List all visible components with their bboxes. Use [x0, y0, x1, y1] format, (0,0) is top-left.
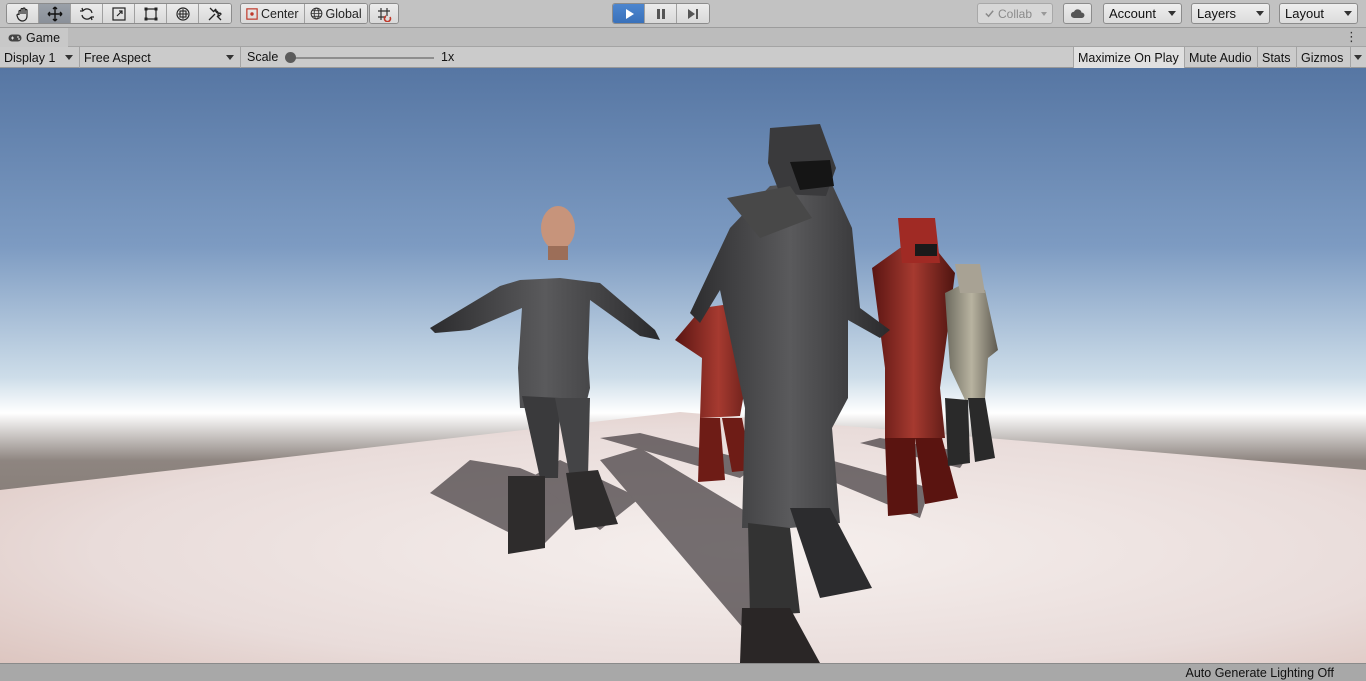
- gizmos-label: Gizmos: [1301, 50, 1344, 65]
- chevron-down-icon: [1256, 11, 1264, 16]
- chevron-down-icon: [1168, 11, 1176, 16]
- gizmos-dropdown-arrow[interactable]: [1350, 47, 1366, 68]
- game-viewport[interactable]: [0, 68, 1366, 663]
- window-tab-bar: Game ⋮: [0, 28, 1366, 47]
- grid-snap-icon: [378, 7, 392, 22]
- play-icon: [625, 8, 634, 19]
- chevron-down-icon: [1041, 12, 1047, 16]
- scale-icon: [111, 6, 126, 21]
- hand-icon: [15, 6, 28, 22]
- lighting-status-text: Auto Generate Lighting Off: [1185, 666, 1334, 680]
- play-button[interactable]: [613, 4, 645, 23]
- move-tool-button[interactable]: [39, 4, 71, 23]
- snap-group: [369, 3, 399, 24]
- display-select[interactable]: Display 1: [0, 47, 80, 68]
- main-toolbar: Center Global Collab Account Layers Layo…: [0, 0, 1366, 28]
- chevron-down-icon: [1344, 11, 1352, 16]
- layers-dropdown[interactable]: Layers: [1191, 3, 1270, 24]
- cloud-services-button[interactable]: [1063, 3, 1092, 24]
- pivot-rotation-button[interactable]: Global: [304, 4, 367, 23]
- pause-button[interactable]: [645, 4, 677, 23]
- aspect-select[interactable]: Free Aspect: [80, 47, 241, 68]
- step-forward-icon: [688, 8, 698, 19]
- gamepad-icon: [8, 34, 22, 41]
- transform-tools-group: [6, 3, 232, 24]
- maximize-on-play-toggle[interactable]: Maximize On Play: [1073, 47, 1184, 68]
- layout-dropdown[interactable]: Layout: [1279, 3, 1358, 24]
- rect-transform-icon: [144, 7, 157, 20]
- pivot-rotation-label: Global: [325, 6, 362, 21]
- playback-group: [612, 3, 710, 24]
- custom-tools-button[interactable]: [199, 4, 231, 23]
- display-select-value: Display 1: [4, 50, 56, 65]
- maximize-on-play-label: Maximize On Play: [1078, 50, 1179, 65]
- collab-dropdown[interactable]: Collab: [977, 3, 1053, 24]
- layout-label: Layout: [1285, 6, 1325, 21]
- account-label: Account: [1109, 6, 1156, 21]
- scale-slider-thumb[interactable]: [285, 52, 296, 63]
- pivot-group: Center Global: [240, 3, 368, 24]
- rotate-tool-button[interactable]: [71, 4, 103, 23]
- pivot-mode-button[interactable]: Center: [241, 4, 305, 23]
- transform-combined-icon: [175, 6, 190, 21]
- stats-toggle[interactable]: Stats: [1257, 47, 1296, 68]
- move-arrows-icon: [47, 6, 62, 21]
- hand-tool-button[interactable]: [7, 4, 39, 23]
- scale-label: Scale: [247, 50, 279, 64]
- mute-audio-label: Mute Audio: [1189, 50, 1252, 65]
- chevron-down-icon: [226, 55, 234, 60]
- pivot-center-icon: [246, 7, 258, 20]
- pause-icon: [656, 8, 665, 19]
- tab-game[interactable]: Game: [0, 28, 69, 47]
- rotate-icon: [79, 7, 94, 20]
- chevron-down-icon: [65, 55, 73, 60]
- tab-menu-icon[interactable]: ⋮: [1345, 30, 1358, 44]
- scale-slider-track[interactable]: [288, 57, 434, 59]
- snap-toggle-button[interactable]: [370, 4, 398, 23]
- step-button[interactable]: [677, 4, 709, 23]
- mute-audio-toggle[interactable]: Mute Audio: [1184, 47, 1257, 68]
- rect-tool-button[interactable]: [135, 4, 167, 23]
- globe-icon: [310, 7, 322, 20]
- game-view-controls: Display 1 Free Aspect Scale 1x Maximize …: [0, 47, 1366, 68]
- tab-game-label: Game: [26, 30, 61, 45]
- transform-tool-button[interactable]: [167, 4, 199, 23]
- aspect-select-value: Free Aspect: [84, 50, 151, 65]
- account-dropdown[interactable]: Account: [1103, 3, 1182, 24]
- game-render: [0, 68, 1366, 663]
- layers-label: Layers: [1197, 6, 1237, 21]
- scale-tool-button[interactable]: [103, 4, 135, 23]
- collab-label: Collab: [998, 6, 1033, 21]
- status-bar: Auto Generate Lighting Off: [0, 663, 1366, 681]
- pivot-mode-label: Center: [261, 6, 299, 21]
- tools-wrench-icon: [208, 7, 222, 20]
- gizmos-toggle[interactable]: Gizmos: [1296, 47, 1350, 68]
- checkmark-icon: [985, 10, 994, 18]
- scale-value: 1x: [441, 50, 455, 64]
- stats-label: Stats: [1262, 50, 1291, 65]
- cloud-icon: [1070, 9, 1084, 18]
